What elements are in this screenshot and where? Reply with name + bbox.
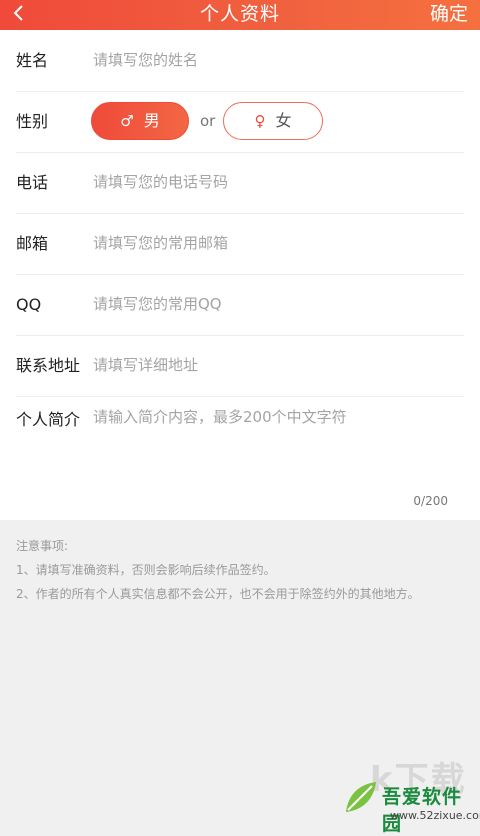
notes-title: 注意事项: bbox=[16, 539, 69, 553]
female-icon: ♀ bbox=[254, 112, 266, 130]
name-input[interactable] bbox=[93, 30, 464, 90]
gender-male-label: 男 bbox=[143, 111, 160, 130]
notes-item: 1、请填写准确资料，否则会影响后续作品签约。 bbox=[16, 563, 276, 577]
gender-label: 性别 bbox=[16, 112, 49, 131]
address-input[interactable] bbox=[93, 335, 464, 395]
leaf-logo-icon bbox=[346, 782, 376, 812]
phone-input[interactable] bbox=[93, 152, 464, 212]
qq-row: QQ bbox=[16, 274, 464, 336]
intro-textarea[interactable] bbox=[93, 406, 464, 476]
intro-char-counter: 0/200 bbox=[413, 494, 448, 508]
gender-or-text: or bbox=[200, 112, 216, 130]
qq-input[interactable] bbox=[93, 274, 464, 334]
watermark: k下载 吾爱软件园 www.52zixue.com bbox=[322, 752, 480, 835]
male-icon: ♂ bbox=[120, 112, 134, 130]
address-label: 联系地址 bbox=[16, 356, 81, 375]
gender-male-button[interactable]: ♂ 男 bbox=[91, 102, 189, 140]
name-row: 姓名 bbox=[16, 30, 464, 92]
address-row: 联系地址 bbox=[16, 335, 464, 397]
gender-female-label: 女 bbox=[275, 111, 292, 130]
top-bar: 个人资料 确定 bbox=[0, 0, 480, 30]
phone-row: 电话 bbox=[16, 152, 464, 214]
intro-row: 个人简介 0/200 bbox=[16, 398, 464, 520]
qq-label: QQ bbox=[16, 295, 42, 314]
notes-item: 2、作者的所有个人真实信息都不会公开，也不会用于除签约外的其他地方。 bbox=[16, 587, 420, 601]
page-title: 个人资料 bbox=[199, 3, 280, 25]
email-label: 邮箱 bbox=[16, 234, 49, 253]
phone-label: 电话 bbox=[16, 173, 49, 192]
gender-row: 性别 ♂ 男 or ♀ 女 bbox=[16, 91, 464, 153]
notes-section: 注意事项: 1、请填写准确资料，否则会影响后续作品签约。 2、作者的所有个人真实… bbox=[16, 534, 464, 606]
email-input[interactable] bbox=[93, 213, 464, 273]
name-label: 姓名 bbox=[16, 51, 49, 70]
email-row: 邮箱 bbox=[16, 213, 464, 275]
intro-label: 个人简介 bbox=[16, 410, 81, 429]
profile-form: 姓名 性别 ♂男 or ♀女 电话 邮箱 QQ 联系地址 个人简介 0/200 bbox=[0, 30, 480, 520]
gender-female-button[interactable]: ♀ 女 bbox=[223, 102, 323, 140]
confirm-button[interactable]: 确定 bbox=[430, 0, 468, 28]
watermark-url: www.52zixue.com bbox=[390, 809, 480, 822]
